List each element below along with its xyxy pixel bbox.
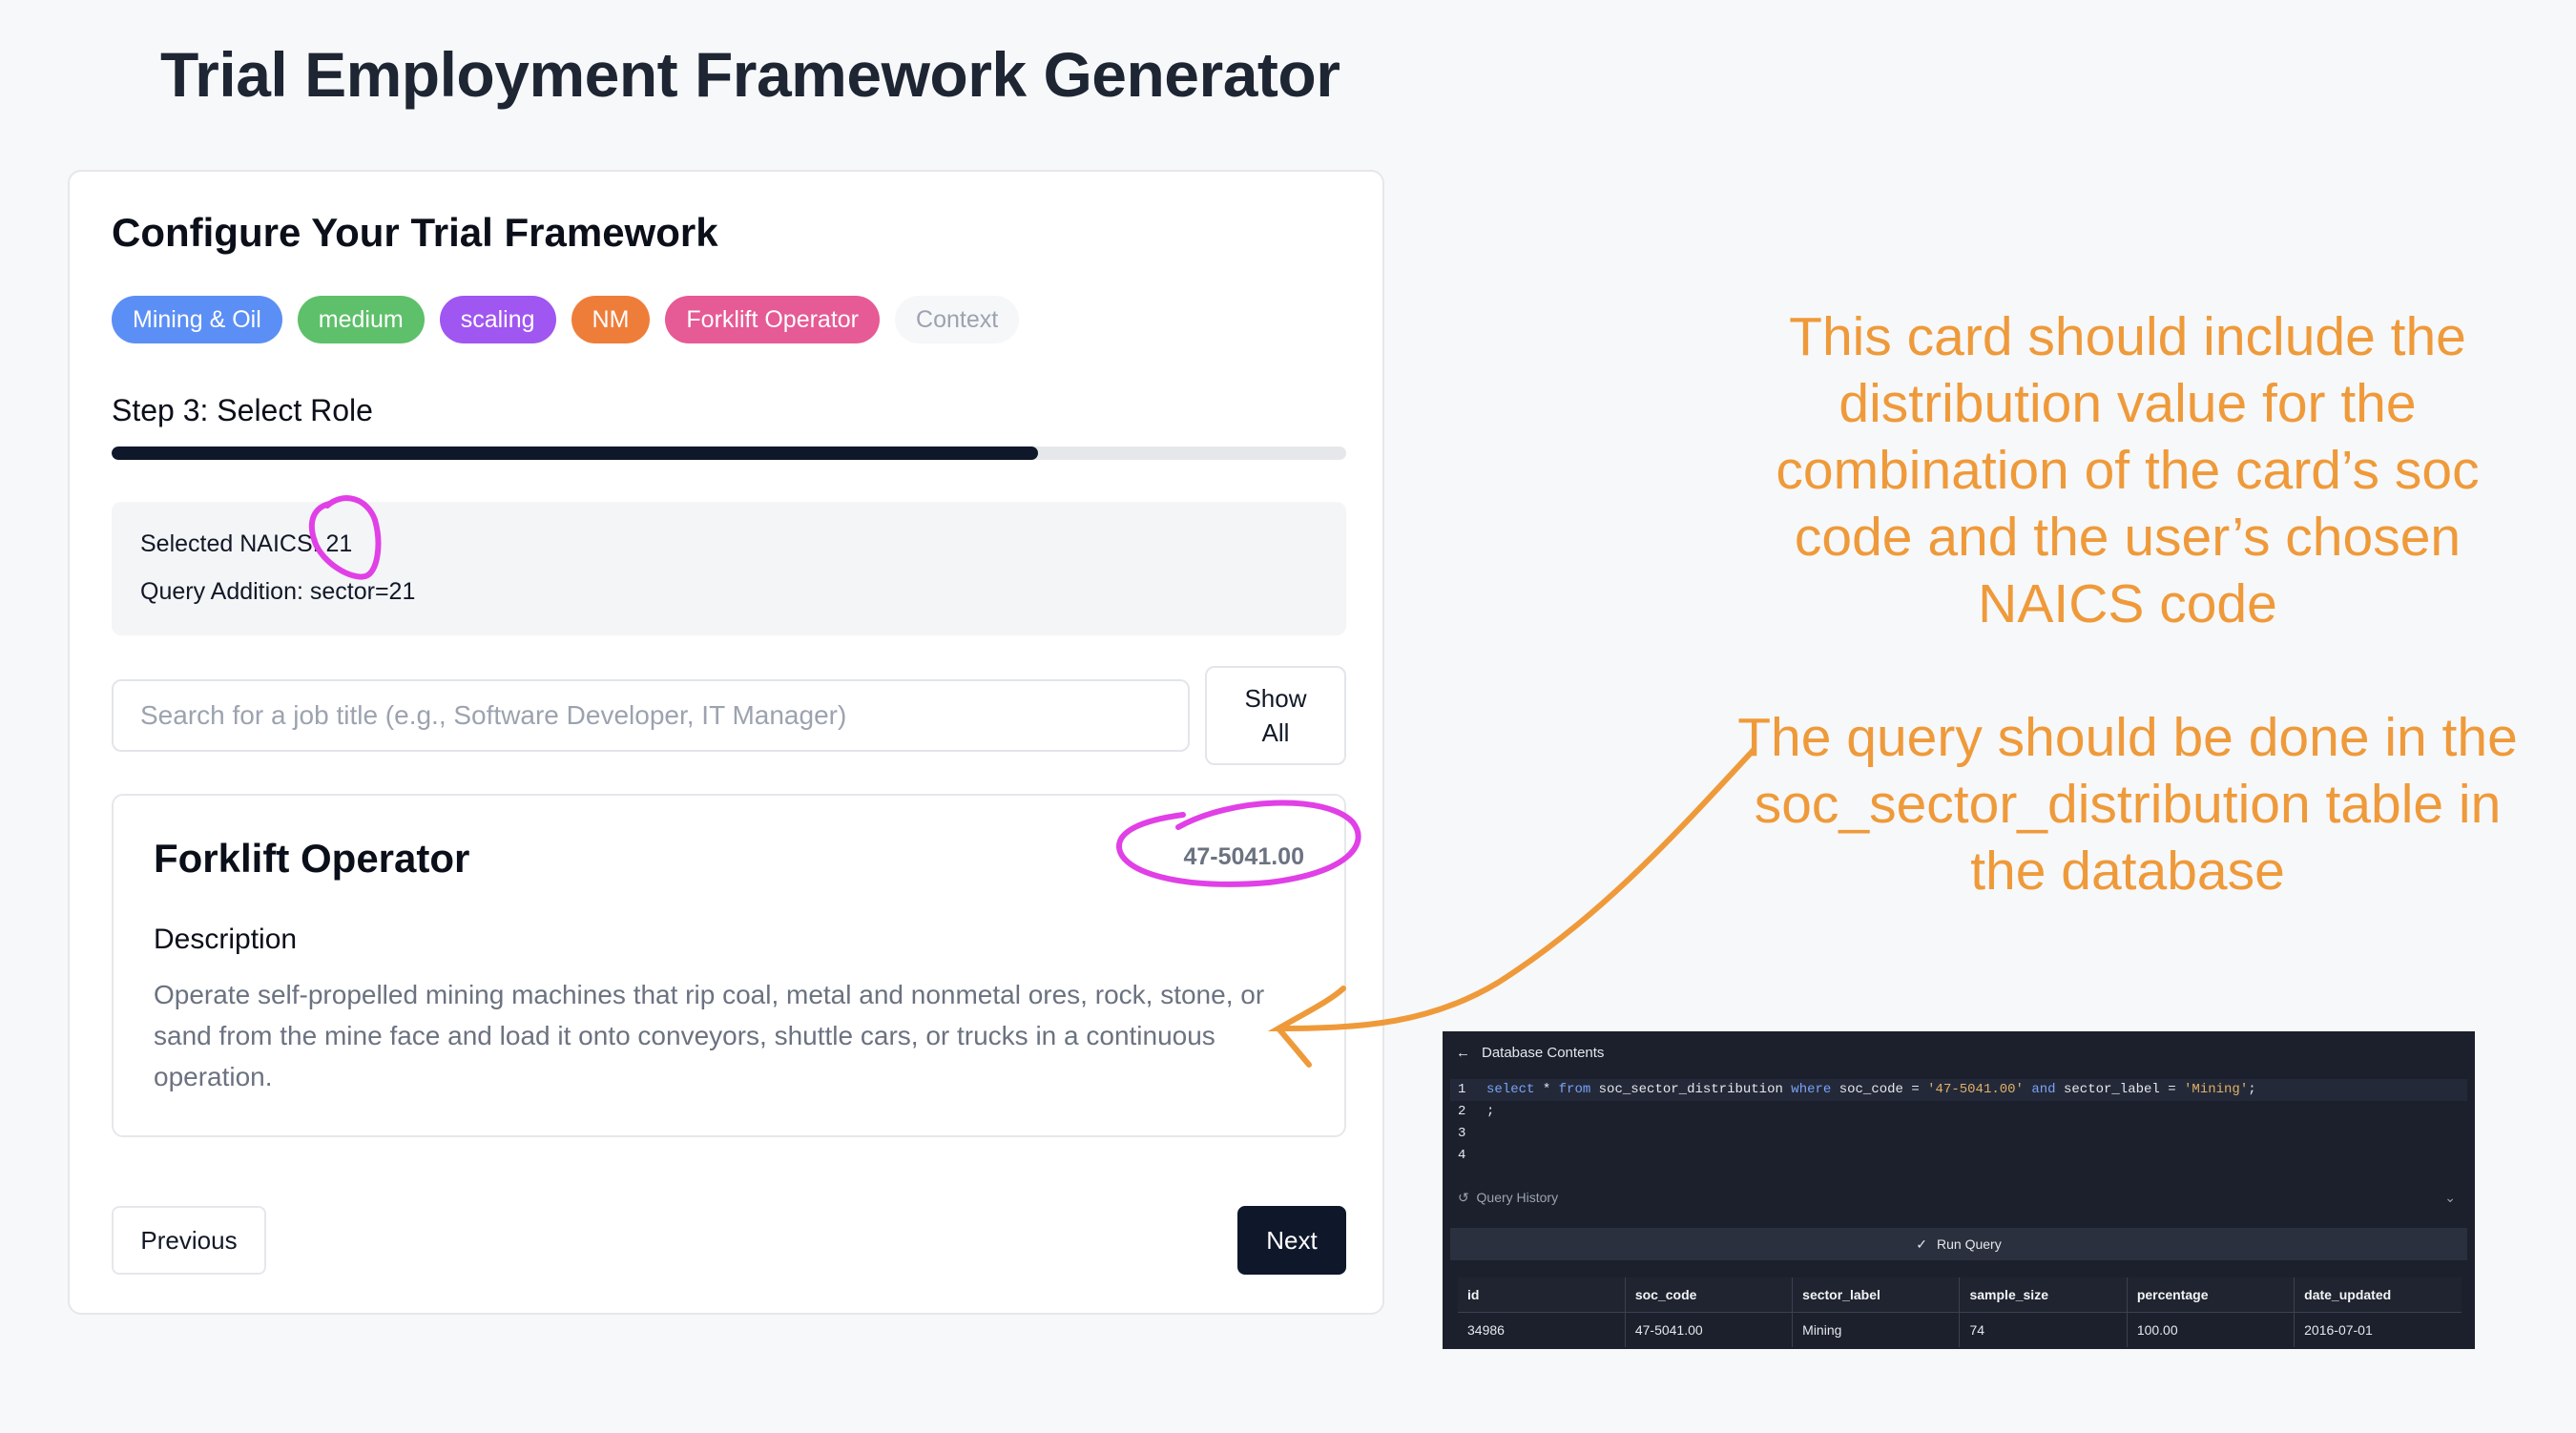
- sql-text: *: [1534, 1082, 1559, 1097]
- job-title: Forklift Operator: [154, 836, 470, 881]
- tag-forklift-operator[interactable]: Forklift Operator: [665, 296, 881, 343]
- sql-editor[interactable]: 1 select * from soc_sector_distribution w…: [1450, 1079, 2467, 1163]
- selected-naics-text: Selected NAICS: 21: [140, 530, 353, 557]
- sql-text: ;: [2248, 1082, 2256, 1097]
- job-description: Operate self-propelled mining machines t…: [154, 980, 1265, 1091]
- sql-keyword: and: [2031, 1082, 2056, 1097]
- sql-text: soc_sector_distribution: [1590, 1082, 1792, 1097]
- results-table: id soc_code sector_label sample_size percent…: [1458, 1277, 2462, 1347]
- chevron-down-icon: ⌄: [2444, 1190, 2456, 1205]
- table-row: 34986 47-5041.00 Mining 74 100.00 2016-07-01: [1458, 1312, 2462, 1347]
- progress-fill: [112, 447, 1038, 460]
- page-title: Trial Employment Framework Generator: [160, 39, 1340, 110]
- soc-code: 47-5041.00: [1183, 843, 1304, 870]
- table-cell: 2016-07-01: [2294, 1312, 2462, 1347]
- card-title: Configure Your Trial Framework: [112, 210, 718, 255]
- table-cell: 74: [1959, 1312, 2128, 1347]
- column-header-percentage: percentage: [2127, 1277, 2296, 1313]
- framework-config-card: Configure Your Trial Framework Mining & …: [68, 170, 1384, 1315]
- code-line-4: 4: [1450, 1145, 2467, 1167]
- column-header-date-updated: date_updated: [2294, 1277, 2462, 1313]
- job-card[interactable]: Forklift Operator 47-5041.00 Description…: [112, 794, 1346, 1137]
- previous-button[interactable]: Previous: [112, 1206, 266, 1275]
- show-all-button[interactable]: Show All: [1205, 666, 1346, 765]
- column-header-sample-size: sample_size: [1959, 1277, 2128, 1313]
- progress-bar: [112, 447, 1346, 460]
- sql-string: '47-5041.00': [1927, 1082, 2024, 1097]
- table-header-row: id soc_code sector_label sample_size percent…: [1458, 1277, 2462, 1313]
- sql-string: 'Mining': [2184, 1082, 2249, 1097]
- run-query-button[interactable]: ✓ Run Query: [1450, 1228, 2467, 1260]
- description-label: Description: [154, 924, 298, 955]
- sql-keyword: where: [1791, 1082, 1832, 1097]
- check-icon: ✓: [1916, 1236, 1928, 1252]
- line-number: 1: [1458, 1082, 1466, 1097]
- annotation-note-query-table: The query should be done in the soc_sect…: [1737, 707, 2518, 902]
- tag-mining-oil[interactable]: Mining & Oil: [112, 296, 282, 343]
- table-cell: 34986: [1458, 1312, 1626, 1347]
- query-history-toggle[interactable]: ↺ Query History ⌄: [1458, 1190, 2465, 1206]
- show-all-label: Show All: [1244, 684, 1307, 747]
- column-header-soc-code: soc_code: [1625, 1277, 1794, 1313]
- line-number: 3: [1458, 1126, 1466, 1141]
- naics-info-box: Selected NAICS: 21 Query Addition: secto…: [112, 502, 1346, 635]
- sql-text: soc_code =: [1831, 1082, 1928, 1097]
- table-cell: Mining: [1792, 1312, 1961, 1347]
- table-cell: 100.00: [2127, 1312, 2296, 1347]
- sql-keyword: select: [1486, 1082, 1535, 1097]
- tag-medium[interactable]: medium: [297, 296, 425, 343]
- sql-text: ;: [1486, 1104, 1495, 1119]
- run-query-label: Run Query: [1937, 1236, 2002, 1252]
- tag-nm[interactable]: NM: [571, 296, 651, 343]
- database-panel: ← Database Contents 1 select * from soc_se…: [1443, 1031, 2475, 1349]
- db-header-title: Database Contents: [1482, 1045, 1605, 1061]
- next-button[interactable]: Next: [1237, 1206, 1346, 1275]
- annotation-note-distribution: This card should include the distributio…: [1776, 306, 2480, 634]
- table-body: 34986 47-5041.00 Mining 74 100.00 2016-07-01: [1458, 1312, 2462, 1347]
- job-search-input[interactable]: [112, 679, 1190, 752]
- selection-tags: Mining & Oil medium scaling NM Forklift Oper…: [112, 296, 1020, 343]
- column-header-id: id: [1458, 1277, 1626, 1313]
- sql-text: sector_label =: [2055, 1082, 2185, 1097]
- step-label: Step 3: Select Role: [112, 393, 373, 427]
- db-header: ← Database Contents: [1456, 1045, 1604, 1061]
- line-number: 4: [1458, 1148, 1466, 1163]
- tag-scaling[interactable]: scaling: [439, 296, 556, 343]
- code-line-2: 2;: [1450, 1101, 2467, 1123]
- line-number: 2: [1458, 1104, 1466, 1119]
- query-history-label: Query History: [1476, 1190, 1559, 1205]
- column-header-sector-label: sector_label: [1792, 1277, 1961, 1313]
- back-arrow-icon[interactable]: ←: [1456, 1045, 1470, 1061]
- code-line-1: 1 select * from soc_sector_distribution w…: [1450, 1079, 2467, 1101]
- tag-context[interactable]: Context: [895, 296, 1020, 343]
- history-icon: ↺: [1458, 1190, 1469, 1205]
- table-cell: 47-5041.00: [1625, 1312, 1794, 1347]
- code-line-3: 3: [1450, 1123, 2467, 1145]
- query-addition-text: Query Addition: sector=21: [140, 578, 416, 605]
- sql-keyword: from: [1558, 1082, 1591, 1097]
